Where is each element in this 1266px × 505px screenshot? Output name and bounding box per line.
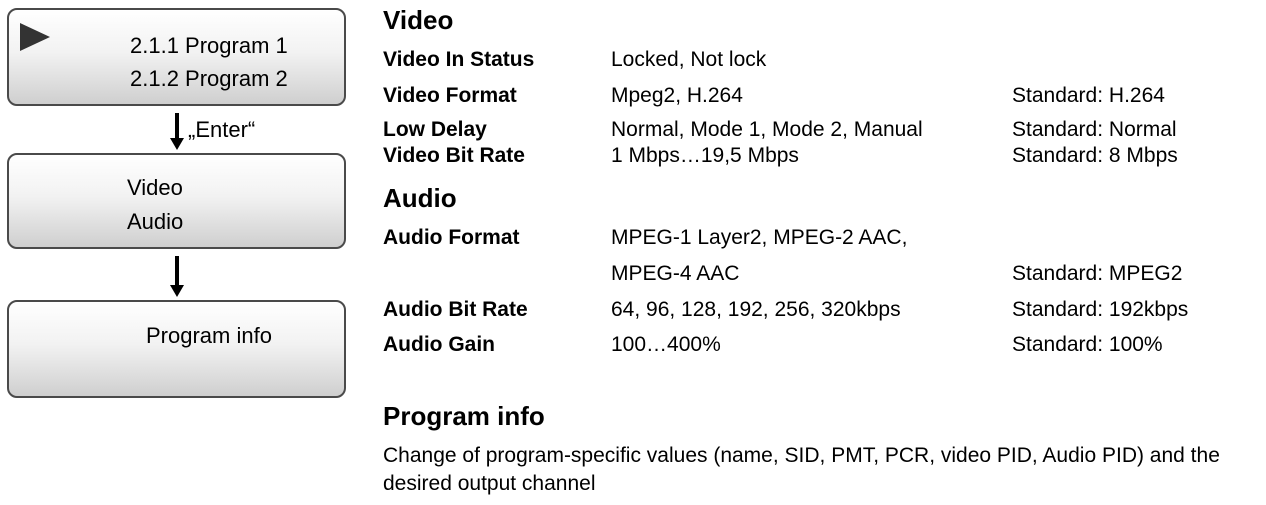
video-format-label: Video Format: [383, 84, 517, 107]
audio-format-value-line1: MPEG-1 Layer2, MPEG-2 AAC,: [611, 226, 908, 249]
enter-key-label: „Enter“: [188, 117, 256, 142]
program-info-description: Change of program-specific values (name,…: [383, 444, 1220, 495]
audio-item: Audio: [127, 209, 184, 234]
video-in-status-value: Locked, Not lock: [611, 48, 767, 71]
program-info-section-title: Program info: [383, 401, 545, 431]
video-item: Video: [127, 175, 183, 200]
video-bit-rate-value: 1 Mbps…19,5 Mbps: [611, 144, 799, 167]
video-format-standard: Standard: H.264: [1012, 84, 1165, 107]
program-1-item: 2.1.1 Program 1: [130, 33, 288, 58]
down-arrow-icon: [170, 113, 184, 151]
audio-bit-rate-label: Audio Bit Rate: [383, 298, 528, 321]
program-2-item: 2.1.2 Program 2: [130, 66, 288, 91]
low-delay-standard: Standard: Normal: [1012, 118, 1177, 141]
play-icon: [20, 23, 50, 51]
audio-gain-standard: Standard: 100%: [1012, 333, 1163, 356]
audio-format-value-line2: MPEG-4 AAC: [611, 262, 740, 285]
audio-gain-label: Audio Gain: [383, 333, 495, 356]
audio-gain-value: 100…400%: [611, 333, 721, 356]
program-info-menu-box[interactable]: Program info: [7, 300, 346, 398]
low-delay-label: Low Delay: [383, 118, 487, 141]
video-bit-rate-label: Video Bit Rate: [383, 144, 525, 167]
program-info-item: Program info: [146, 323, 272, 348]
video-audio-menu-box[interactable]: Video Audio: [7, 153, 346, 249]
audio-bit-rate-standard: Standard: 192kbps: [1012, 298, 1189, 321]
audio-format-standard: Standard: MPEG2: [1012, 262, 1183, 285]
video-section-title: Video: [383, 5, 454, 35]
program-menu-box[interactable]: 2.1.1 Program 1 2.1.2 Program 2: [7, 8, 346, 106]
down-arrow-icon: [170, 256, 184, 298]
video-format-value: Mpeg2, H.264: [611, 84, 743, 107]
audio-section-title: Audio: [383, 183, 457, 213]
audio-bit-rate-value: 64, 96, 128, 192, 256, 320kbps: [611, 298, 901, 321]
video-in-status-label: Video In Status: [383, 48, 535, 71]
audio-format-label: Audio Format: [383, 226, 520, 249]
video-bit-rate-standard: Standard: 8 Mbps: [1012, 144, 1178, 167]
low-delay-value: Normal, Mode 1, Mode 2, Manual: [611, 118, 923, 141]
